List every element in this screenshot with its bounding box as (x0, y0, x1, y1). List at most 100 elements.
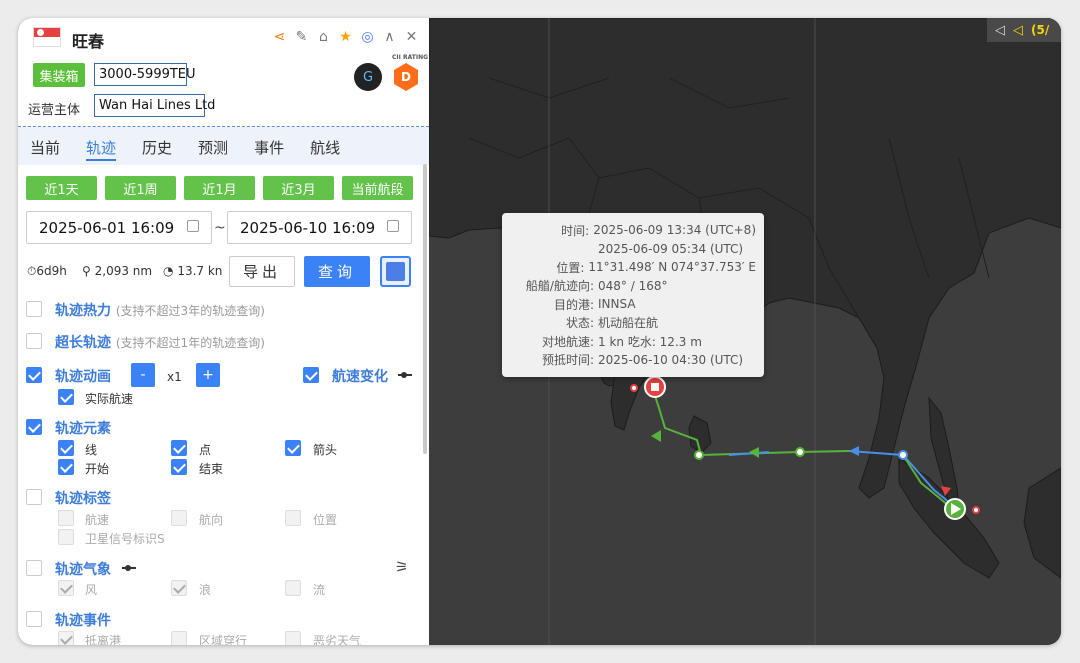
speaker-icon[interactable]: ◁ (1013, 23, 1023, 38)
animation-checkbox[interactable] (26, 367, 42, 383)
teu-range: 3000-5999TEU (94, 63, 196, 86)
back-icon[interactable]: ◁ (995, 23, 1005, 38)
panel-scrollbar[interactable] (423, 164, 427, 454)
export-button[interactable]: 导出 (229, 256, 295, 287)
long-track-checkbox[interactable] (26, 333, 42, 349)
arrow-checkbox[interactable] (285, 440, 301, 456)
cii-grade-badge: D (394, 63, 418, 91)
weather-wind-checkbox (58, 580, 74, 596)
speed-plus-button[interactable]: + (196, 363, 220, 387)
wind-settings-icon[interactable]: ⚞ (395, 558, 408, 576)
tooltip-value: 1 kn 吃水: 12.3 m (598, 334, 702, 349)
weather-current: 流 (313, 583, 326, 597)
labels-checkbox[interactable] (26, 489, 42, 505)
calendar-icon[interactable] (187, 220, 199, 232)
ship-header: 旺春 ⋖ ✎ ⌂ ★ ◎ ∧ ✕ 集装箱 3000-5999TEU 运营主体 W… (18, 18, 429, 127)
tooltip-row: 船艏/航迹向: 048° / 168° (510, 277, 756, 296)
range-3month-button[interactable]: 近3月 (263, 176, 334, 200)
weather-wind: 风 (85, 583, 98, 597)
tab-route[interactable]: 航线 (310, 131, 340, 161)
tab-events[interactable]: 事件 (254, 131, 284, 161)
speed-change-checkbox[interactable] (303, 367, 319, 383)
point-checkbox[interactable] (171, 440, 187, 456)
share-icon[interactable]: ⋖ (272, 29, 287, 45)
label-heading: 航向 (199, 513, 224, 527)
date-separator: ~ (214, 220, 226, 236)
close-icon[interactable]: ✕ (404, 29, 419, 45)
tooltip-row: 对地航速: 1 kn 吃水: 12.3 m (510, 332, 756, 351)
tooltip-value: INNSA (598, 297, 636, 312)
event-port: 抵离港 (85, 634, 122, 645)
duration-stat: ⏱6d9h (27, 264, 67, 278)
tag-icon[interactable]: ⌂ (316, 29, 331, 45)
range-1week-button[interactable]: 近1周 (105, 176, 176, 200)
animation-speed: x1 (167, 370, 182, 384)
range-1day-button[interactable]: 近1天 (26, 176, 97, 200)
operator-label: 运营主体 (28, 103, 81, 118)
event-weather-checkbox (285, 631, 301, 645)
calendar-icon[interactable] (387, 220, 399, 232)
tooltip-key: 状态: (565, 316, 594, 331)
track-arrow (849, 446, 859, 456)
labels-label: 轨迹标签 (55, 491, 111, 507)
speed-legend-icon[interactable] (398, 368, 412, 382)
layout-toggle-button[interactable] (380, 256, 411, 287)
tab-bar: 当前 轨迹 历史 预测 事件 航线 (18, 127, 429, 165)
tab-current[interactable]: 当前 (30, 131, 60, 161)
star-icon[interactable]: ★ (338, 29, 353, 45)
date-to-value: 2025-06-10 16:09 (240, 218, 376, 237)
layout-icon (386, 262, 405, 281)
track-point (694, 450, 704, 460)
weather-checkbox[interactable] (26, 560, 42, 576)
heat-checkbox[interactable] (26, 301, 42, 317)
track-line-green (653, 388, 850, 457)
real-speed-checkbox[interactable] (58, 389, 74, 405)
weather-legend-icon[interactable] (122, 561, 136, 575)
tooltip-row: 位置: 11°31.498′ N 074°37.753′ E (510, 258, 756, 277)
tooltip-key: 目的港: (553, 297, 594, 312)
label-position-checkbox (285, 510, 301, 526)
end-checkbox[interactable] (171, 459, 187, 475)
tooltip-key: 船艏/航迹向: (525, 279, 594, 294)
date-from-value: 2025-06-01 16:09 (39, 218, 175, 237)
label-position: 位置 (313, 513, 338, 527)
events-checkbox[interactable] (26, 611, 42, 627)
tab-history[interactable]: 历史 (142, 131, 172, 161)
tooltip-key: 位置: (556, 260, 585, 275)
tooltip-row: 目的港: INNSA (510, 295, 756, 314)
start-checkbox[interactable] (58, 459, 74, 475)
tooltip-value: 2025-06-09 13:34 (UTC+8) (593, 223, 756, 238)
tab-forecast[interactable]: 预测 (198, 131, 228, 161)
edit-icon[interactable]: ✎ (294, 29, 309, 45)
tab-track[interactable]: 轨迹 (86, 131, 117, 161)
arrow-label: 箭头 (313, 443, 338, 457)
island-borneo (1023, 467, 1061, 579)
tooltip-value: 2025-06-10 04:30 (UTC) (598, 352, 744, 367)
label-speed-checkbox (58, 510, 74, 526)
ship-type-tag: 集装箱 (33, 63, 85, 87)
line-checkbox[interactable] (58, 440, 74, 456)
range-1month-button[interactable]: 近1月 (184, 176, 255, 200)
label-heading-checkbox (171, 510, 187, 526)
range-current-leg-button[interactable]: 当前航段 (342, 176, 413, 200)
operator-name[interactable]: Wan Hai Lines Ltd (94, 94, 215, 117)
speed-stat: ◔ 13.7 kn (163, 264, 223, 278)
locate-icon[interactable]: ◎ (360, 29, 375, 45)
map-toolbar: ◁ ◁ (5/ (987, 18, 1061, 42)
collapse-icon[interactable]: ∧ (382, 29, 397, 45)
speed-minus-button[interactable]: - (131, 363, 155, 387)
tooltip-key: 预抵时间: (541, 353, 594, 368)
tooltip-value: 2025-06-09 05:34 (UTC) (598, 241, 744, 256)
tooltip-key: 对地航速: (541, 334, 594, 349)
event-area-checkbox (171, 631, 187, 645)
date-to-input[interactable]: 2025-06-10 16:09 (227, 211, 412, 244)
elements-checkbox[interactable] (26, 419, 42, 435)
date-from-input[interactable]: 2025-06-01 16:09 (26, 211, 212, 244)
company-logo: G (354, 63, 382, 91)
query-button[interactable]: 查询 (304, 256, 370, 287)
header-actions: ⋖ ✎ ⌂ ★ ◎ ∧ ✕ (272, 29, 419, 45)
heat-section: 轨迹热力 (支持不超过3年的轨迹查询) (55, 303, 265, 319)
animation-label: 轨迹动画 (55, 369, 111, 385)
map-view[interactable]: ◁ ◁ (5/ 时间: 2025-06-09 13:34 (UTC+8) 2025-… (429, 18, 1061, 645)
event-weather: 恶劣天气 (313, 634, 362, 645)
